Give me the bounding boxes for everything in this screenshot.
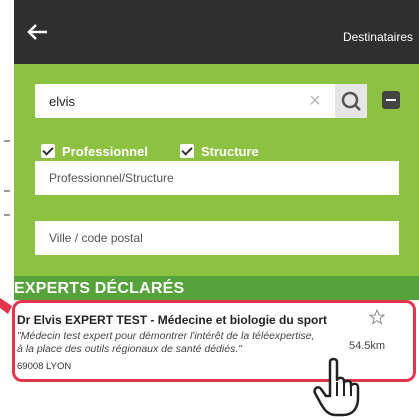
header-bar: Destinataires — [14, 0, 419, 64]
search-panel: × Professionnel Structure — [14, 64, 419, 276]
search-input[interactable] — [35, 84, 319, 118]
result-description: "Médecin test expert pour démontrer l'in… — [17, 330, 315, 355]
filter-label: Professionnel — [62, 143, 148, 159]
location-field[interactable] — [35, 221, 399, 255]
search-button[interactable] — [335, 84, 367, 118]
star-outline-icon[interactable] — [369, 309, 385, 325]
background-mark — [4, 140, 10, 142]
background-mark — [4, 214, 10, 216]
result-city: 69008 LYON — [17, 361, 72, 372]
background-mark — [4, 190, 10, 192]
search-box: × — [35, 84, 367, 118]
clear-search-button[interactable]: × — [309, 91, 321, 111]
section-header: EXPERTS DÉCLARÉS — [14, 276, 419, 300]
filter-structure[interactable]: Structure — [180, 143, 259, 159]
filter-professionnel[interactable]: Professionnel — [41, 143, 148, 159]
structure-checkbox[interactable] — [180, 144, 194, 158]
result-name: Dr Elvis EXPERT TEST - Médecine et biolo… — [17, 313, 328, 327]
type-field[interactable] — [35, 161, 399, 195]
arrow-left-icon[interactable] — [26, 22, 50, 42]
recipient-panel: Destinataires × Professionnel Structure … — [12, 0, 419, 418]
hand-pointer-icon — [313, 357, 360, 417]
search-icon — [341, 91, 361, 111]
result-distance: 54.5km — [349, 340, 386, 352]
filter-label: Structure — [201, 143, 259, 159]
page-title: Destinataires — [342, 30, 413, 44]
professionnel-checkbox[interactable] — [41, 144, 55, 158]
section-title: EXPERTS DÉCLARÉS — [14, 280, 185, 297]
collapse-filters-button[interactable] — [382, 91, 400, 109]
